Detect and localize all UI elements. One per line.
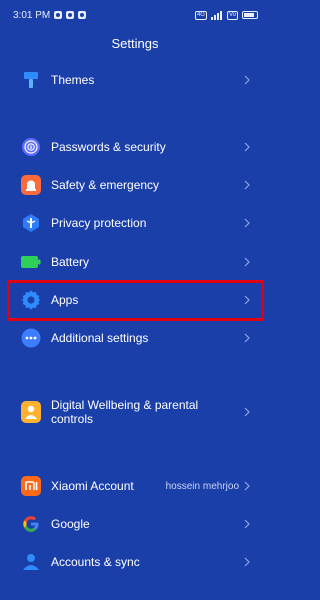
settings-item-safety-emergency[interactable]: Safety & emergency — [0, 166, 270, 204]
status-right: 4G Vo — [194, 10, 258, 20]
chevron-right-icon — [242, 255, 252, 269]
settings-item-accounts-sync[interactable]: Accounts & sync — [0, 543, 270, 581]
chevron-right-icon — [242, 517, 252, 531]
highlight-box — [7, 280, 264, 321]
status-left: 3:01 PM — [13, 9, 87, 21]
more-dots-icon — [20, 327, 42, 349]
battery-status-icon — [242, 11, 258, 19]
settings-item-themes[interactable]: Themes — [0, 61, 270, 99]
chevron-right-icon — [242, 555, 252, 569]
chevron-right-icon — [242, 405, 252, 419]
settings-item-additional-settings[interactable]: Additional settings — [0, 319, 270, 357]
settings-item-label: Themes — [51, 73, 95, 87]
notification-icon — [66, 11, 75, 19]
settings-item-label: Accounts & sync — [51, 555, 140, 569]
chevron-right-icon — [242, 479, 252, 493]
status-bar: 3:01 PM 4G Vo — [0, 0, 270, 30]
network-type-icon: 4G — [194, 10, 207, 20]
settings-item-digital-wellbeing[interactable]: Digital Wellbeing & parental controls — [0, 393, 270, 431]
shield-icon — [20, 212, 42, 234]
settings-item-xiaomi-account[interactable]: Xiaomi Account hossein mehrjoo — [0, 467, 270, 505]
mi-logo-icon — [20, 475, 42, 497]
chevron-right-icon — [242, 178, 252, 192]
sos-icon — [20, 174, 42, 196]
chevron-right-icon — [242, 331, 252, 345]
brush-icon — [20, 69, 42, 91]
settings-item-label: Battery — [51, 255, 90, 269]
settings-item-label: Digital Wellbeing & parental controls — [51, 398, 199, 426]
settings-item-passwords-security[interactable]: Passwords & security — [0, 128, 270, 166]
volte-icon: Vo — [226, 10, 238, 20]
settings-item-label: Xiaomi Account — [51, 479, 134, 493]
settings-item-label: Additional settings — [51, 331, 149, 345]
battery-icon — [20, 251, 42, 273]
page-title: Settings — [111, 36, 159, 51]
settings-item-label: Safety & emergency — [51, 178, 160, 192]
person-icon — [20, 551, 42, 573]
account-name: hossein mehrjoo — [165, 480, 239, 492]
status-time: 3:01 PM — [13, 9, 51, 21]
notification-icon — [54, 11, 63, 19]
settings-item-google[interactable]: Google — [0, 505, 270, 543]
settings-item-label: Google — [51, 517, 90, 531]
settings-item-label: Privacy protection — [51, 216, 147, 230]
settings-item-label: Passwords & security — [51, 140, 166, 154]
chevron-right-icon — [242, 73, 252, 87]
wellbeing-icon — [20, 401, 42, 423]
settings-item-privacy-protection[interactable]: Privacy protection — [0, 204, 270, 242]
google-icon — [20, 513, 42, 535]
fingerprint-icon — [20, 136, 42, 158]
chevron-right-icon — [242, 216, 252, 230]
signal-icon — [210, 10, 222, 20]
settings-item-battery[interactable]: Battery — [0, 243, 270, 281]
notification-icon — [78, 11, 87, 19]
chevron-right-icon — [242, 140, 252, 154]
